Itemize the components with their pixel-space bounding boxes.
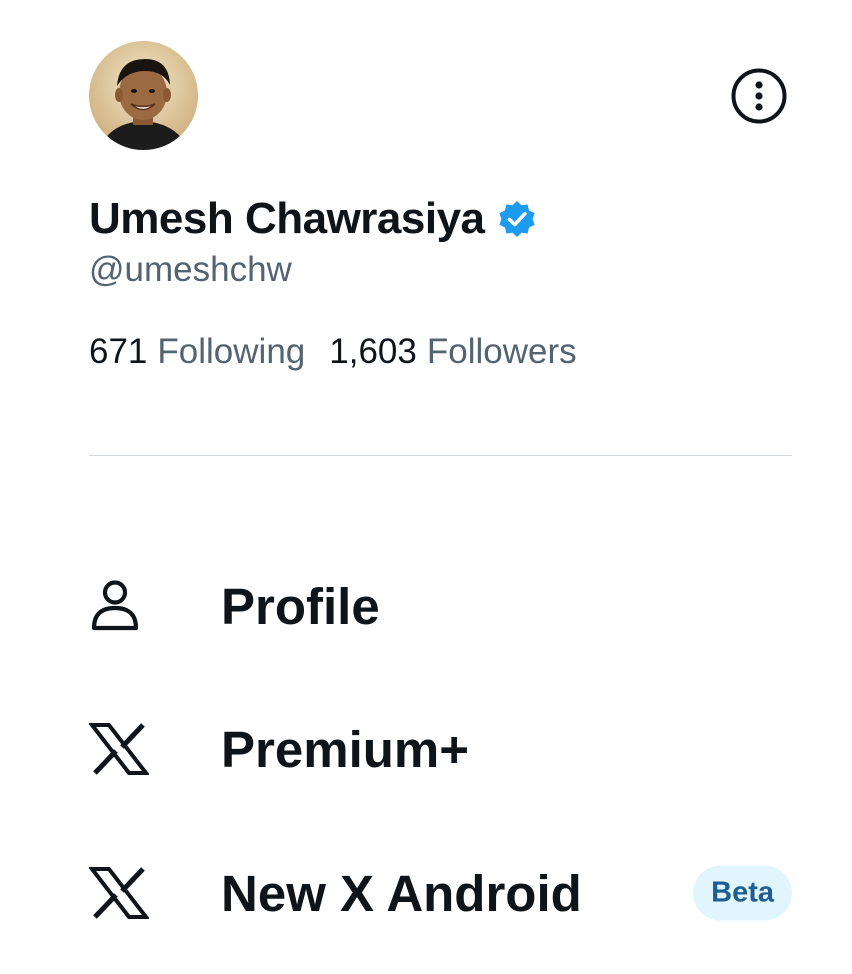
- follow-stats: 671 Following 1,603 Followers: [89, 332, 601, 372]
- menu-item-label: Profile: [221, 577, 380, 635]
- x-logo-icon: [89, 861, 153, 925]
- menu-item-new-x-android[interactable]: New X Android Beta: [89, 848, 792, 938]
- menu-item-premium-plus[interactable]: Premium+: [89, 704, 792, 794]
- avatar[interactable]: [89, 41, 198, 150]
- menu-item-profile[interactable]: Profile: [89, 561, 792, 651]
- avatar-image: [89, 41, 198, 150]
- person-icon: [89, 574, 153, 638]
- verified-badge-icon: [497, 199, 537, 239]
- display-name[interactable]: Umesh Chawrasiya: [89, 194, 485, 244]
- following-link[interactable]: 671 Following: [89, 332, 305, 372]
- menu-item-label: New X Android: [221, 864, 582, 922]
- x-logo-icon: [89, 717, 153, 781]
- followers-count: 1,603: [329, 332, 417, 371]
- user-handle[interactable]: @umeshchw: [89, 250, 292, 290]
- beta-badge: Beta: [693, 865, 792, 921]
- followers-label: Followers: [426, 332, 577, 371]
- menu-item-label: Premium+: [221, 720, 470, 778]
- following-count: 671: [89, 332, 148, 371]
- divider: [89, 455, 792, 456]
- more-options-button[interactable]: [730, 67, 788, 125]
- display-name-row: Umesh Chawrasiya: [89, 190, 537, 248]
- following-label: Following: [157, 332, 306, 371]
- more-vertical-icon: [731, 68, 787, 124]
- followers-link[interactable]: 1,603 Followers: [329, 332, 576, 372]
